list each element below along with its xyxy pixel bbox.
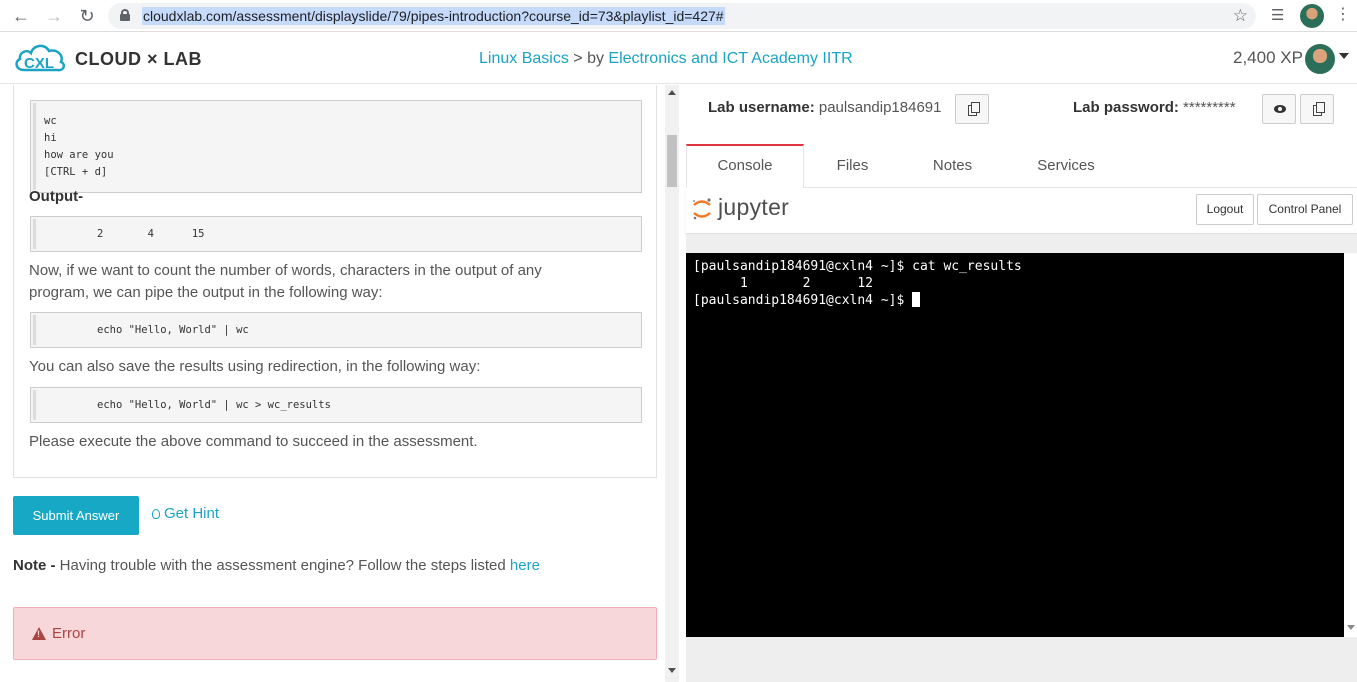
breadcrumb-separator: > by xyxy=(568,50,609,67)
submit-answer-button[interactable]: Submit Answer xyxy=(13,496,139,535)
lab-username-value[interactable]: paulsandip184691 xyxy=(819,99,942,116)
code-line: [CTRL + d] xyxy=(44,166,108,178)
note-here-link[interactable]: here xyxy=(510,557,540,574)
eye-icon xyxy=(1274,105,1286,113)
copy-icon xyxy=(968,102,980,116)
code-block-input: wc hi how are you [CTRL + d] xyxy=(30,100,642,193)
get-hint-link[interactable]: Get Hint xyxy=(152,505,219,522)
terminal-prompt: [paulsandip184691@cxln4 ~]$ xyxy=(693,293,913,308)
media-queue-icon[interactable]: ☰ xyxy=(1271,6,1284,24)
browser-toolbar: ← → ↻ cloudxlab.com/assessment/displaysl… xyxy=(0,0,1357,32)
tab-notes[interactable]: Notes xyxy=(901,144,1004,188)
scroll-up-icon[interactable] xyxy=(668,90,676,95)
lab-tabs: Console Files Notes Services xyxy=(686,144,1357,189)
lesson-scrollbar[interactable] xyxy=(665,85,679,682)
code-block-output: 2 4 15 xyxy=(30,216,642,252)
terminal-container: [paulsandip184691@cxln4 ~]$ cat wc_resul… xyxy=(686,234,1357,682)
terminal-line: 1 2 12 xyxy=(693,276,874,291)
get-hint-label: Get Hint xyxy=(164,505,220,522)
address-bar[interactable]: cloudxlab.com/assessment/displayslide/79… xyxy=(108,3,1256,29)
logout-button[interactable]: Logout xyxy=(1196,194,1254,225)
user-menu-caret-icon[interactable] xyxy=(1339,53,1349,59)
tab-files[interactable]: Files xyxy=(804,144,901,188)
back-arrow-icon[interactable]: ← xyxy=(10,5,32,27)
lab-username-label: Lab username: xyxy=(708,99,815,116)
browser-profile-avatar[interactable] xyxy=(1300,4,1324,28)
paragraph-redirect: You can also save the results using redi… xyxy=(29,358,481,375)
browser-menu-icon[interactable]: ⋮ xyxy=(1335,5,1351,25)
code-line: how are you xyxy=(44,149,114,161)
terminal-prompt-line: [paulsandip184691@cxln4 ~]$ xyxy=(693,292,1344,309)
breadcrumb-course-link[interactable]: Linux Basics xyxy=(479,50,569,67)
code-block-pipe: echo "Hello, World" | wc xyxy=(30,312,642,348)
error-alert: Error xyxy=(13,607,657,660)
error-label: Error xyxy=(52,625,86,642)
code-line: wc xyxy=(44,115,57,127)
lock-icon xyxy=(120,9,130,21)
note-text: Note - Having trouble with the assessmen… xyxy=(13,557,540,574)
terminal-cursor xyxy=(912,292,921,307)
reload-icon[interactable]: ↻ xyxy=(76,5,98,27)
xp-points: 2,400 XP xyxy=(1233,48,1303,67)
lab-pane: Lab username: paulsandip184691 Lab passw… xyxy=(686,85,1357,682)
user-avatar[interactable] xyxy=(1305,44,1335,74)
scroll-down-icon[interactable] xyxy=(1347,625,1355,630)
url-text[interactable]: cloudxlab.com/assessment/displayslide/79… xyxy=(142,7,725,25)
svg-text:CXL: CXL xyxy=(24,55,54,72)
forward-arrow-icon[interactable]: → xyxy=(43,5,65,27)
show-password-button[interactable] xyxy=(1262,94,1296,124)
paragraph-pipe: Now, if we want to count the number of w… xyxy=(29,262,542,301)
copy-password-button[interactable] xyxy=(1300,94,1334,124)
error-message: Error xyxy=(32,625,85,642)
lab-password: Lab password: ********* xyxy=(1073,99,1236,116)
lesson-pane: wc hi how are you [CTRL + d] Output- 2 4… xyxy=(0,85,665,682)
lab-username: Lab username: paulsandip184691 xyxy=(708,99,942,116)
code-line: hi xyxy=(44,132,57,144)
cloudxlab-logo-icon[interactable]: CXL xyxy=(12,40,68,76)
jupyter-header: jupyter Logout Control Panel xyxy=(686,188,1357,234)
copy-icon xyxy=(1313,102,1325,116)
terminal[interactable]: [paulsandip184691@cxln4 ~]$ cat wc_resul… xyxy=(686,253,1344,637)
paragraph-execute: Please execute the above command to succ… xyxy=(29,433,478,450)
site-header: CXL CLOUD × LAB Linux Basics > by Electr… xyxy=(0,33,1357,84)
lightbulb-icon xyxy=(152,509,160,519)
bookmark-star-icon[interactable]: ☆ xyxy=(1233,6,1248,26)
output-label: Output- xyxy=(29,188,84,205)
tab-console[interactable]: Console xyxy=(686,144,804,189)
copy-username-button[interactable] xyxy=(955,94,989,124)
warning-icon xyxy=(32,627,46,640)
terminal-line: [paulsandip184691@cxln4 ~]$ cat wc_resul… xyxy=(693,259,1022,274)
jupyter-brand[interactable]: jupyter xyxy=(718,194,789,221)
jupyter-logo-icon[interactable] xyxy=(691,196,713,222)
terminal-scrollbar[interactable] xyxy=(1344,253,1357,637)
lab-password-label: Lab password: xyxy=(1073,99,1179,116)
scrollbar-thumb[interactable] xyxy=(667,135,677,187)
breadcrumb: Linux Basics > by Electronics and ICT Ac… xyxy=(479,50,853,68)
breadcrumb-author-link[interactable]: Electronics and ICT Academy IITR xyxy=(608,50,852,67)
code-block-redirect: echo "Hello, World" | wc > wc_results xyxy=(30,387,642,423)
lab-password-value: ********* xyxy=(1183,99,1236,116)
note-label: Note - xyxy=(13,557,56,574)
logo-text[interactable]: CLOUD × LAB xyxy=(75,49,202,70)
scroll-down-icon[interactable] xyxy=(668,668,676,673)
control-panel-button[interactable]: Control Panel xyxy=(1257,194,1353,225)
note-body: Having trouble with the assessment engin… xyxy=(55,557,510,574)
tab-services[interactable]: Services xyxy=(1004,144,1128,188)
